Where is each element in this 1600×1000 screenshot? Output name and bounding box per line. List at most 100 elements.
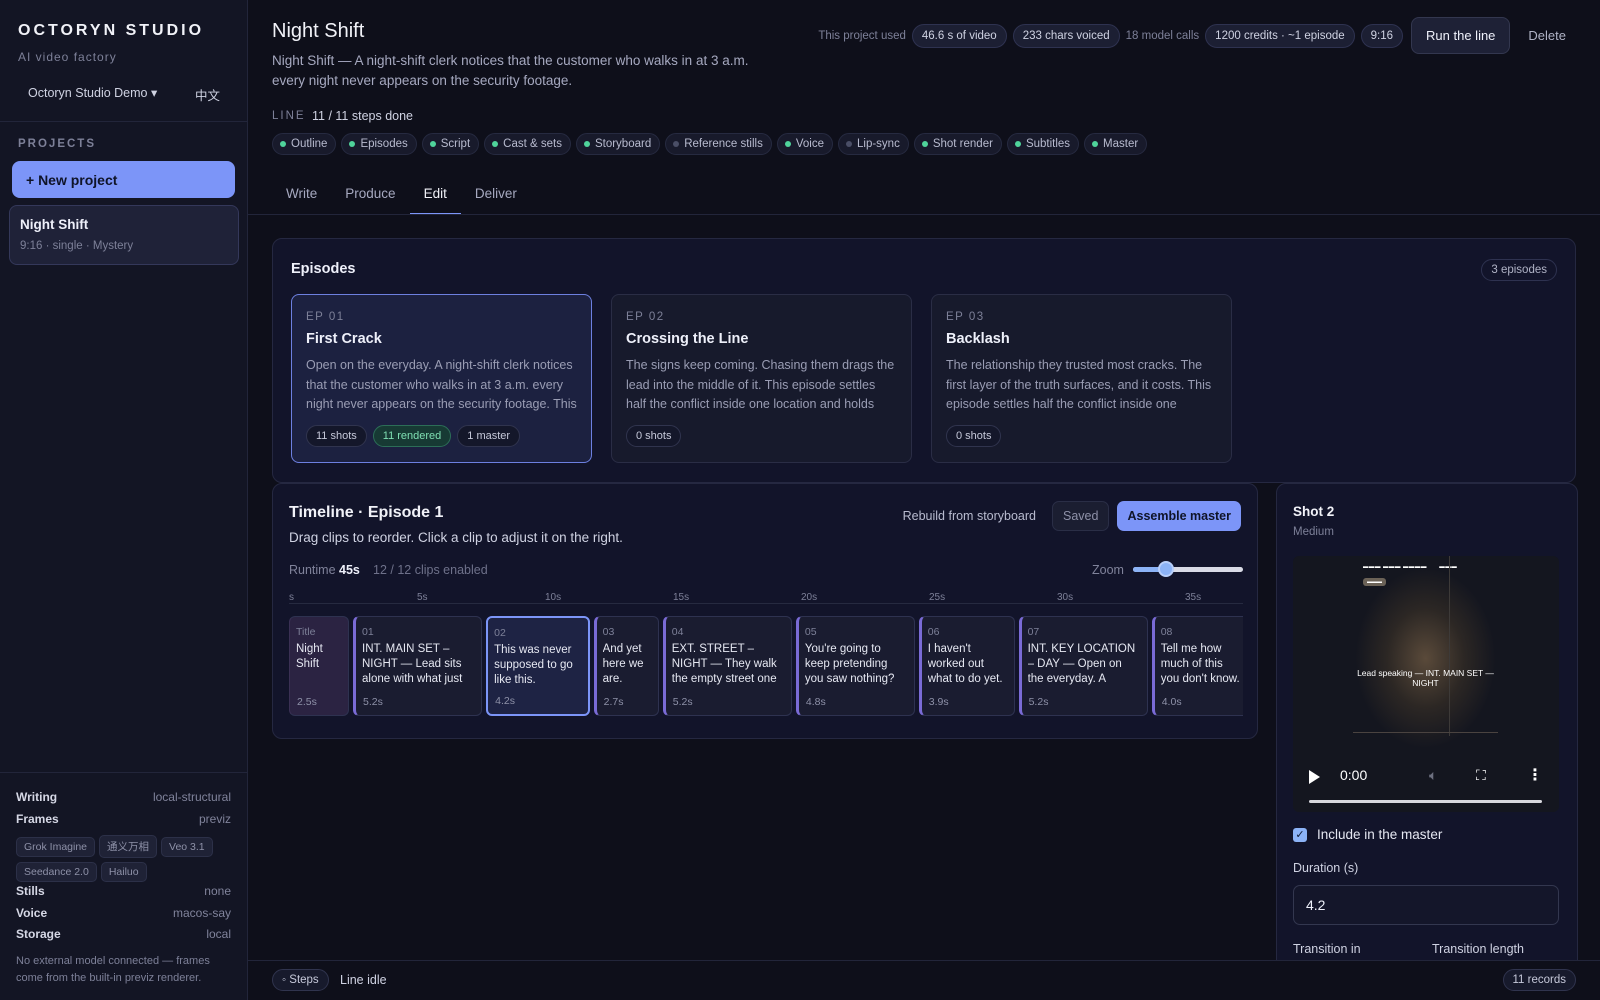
clip-number: Title	[296, 626, 316, 638]
line-label: LINE	[272, 110, 306, 122]
tab-bar: Write Produce Edit Deliver	[272, 178, 531, 215]
title-clip[interactable]: Title Night Shift 2.5s	[289, 616, 349, 716]
clip-text: INT. KEY LOCATION – DAY — Open on the ev…	[1027, 643, 1136, 685]
pipeline-step-label: Lip-sync	[857, 138, 900, 150]
pipeline-step[interactable]: Cast & sets	[484, 133, 571, 155]
timeline-heading: Timeline · Episode 1	[289, 504, 444, 521]
frame-line	[1449, 556, 1450, 736]
steps-toggle-button[interactable]: ◦ Steps	[272, 969, 329, 991]
pipeline-step[interactable]: Storyboard	[575, 133, 661, 155]
duration-input[interactable]	[1293, 885, 1559, 925]
timeline-clip[interactable]: 07 INT. KEY LOCATION – DAY — Open on the …	[1018, 616, 1148, 716]
episode-number: EP 03	[946, 311, 985, 323]
project-card-night-shift[interactable]: Night Shift 9:16 · single · Mystery	[9, 205, 239, 265]
play-icon[interactable]	[1309, 770, 1320, 784]
clip-duration: 4.0s	[1161, 696, 1182, 708]
episode-card-2[interactable]: EP 02 Crossing the Line The signs keep c…	[611, 294, 912, 463]
video-player[interactable]: ▬▬▬ ▬▬▬ ▬▬▬▬ ▬▬▬ ▬▬▬ Lead speaking — INT…	[1293, 556, 1559, 812]
fullscreen-icon[interactable]: ⛶	[1476, 767, 1486, 784]
zoom-thumb[interactable]	[1158, 561, 1174, 577]
zoom-slider[interactable]	[1133, 561, 1243, 579]
pipeline-step[interactable]: Episodes	[341, 133, 417, 155]
runtime: Runtime 45s	[289, 563, 360, 577]
pipeline-step[interactable]: Reference stills	[665, 133, 772, 155]
shot-title: Shot 2	[1293, 504, 1335, 519]
language-toggle[interactable]: 中文	[195, 85, 220, 104]
status-bar: ◦ Steps Line idle 11 records	[248, 960, 1600, 1000]
pipeline-step-label: Storyboard	[594, 138, 652, 150]
pipeline-step[interactable]: Lip-sync	[838, 133, 909, 155]
clip-duration: 2.7s	[603, 696, 624, 708]
pipeline-step[interactable]: Outline	[272, 133, 337, 155]
pipeline-step[interactable]: Master	[1084, 133, 1148, 155]
timeline-clip[interactable]: 01 INT. MAIN SET – NIGHT — Lead sits alon…	[353, 616, 483, 716]
new-project-button[interactable]: + New project	[12, 161, 235, 198]
timeline-clip[interactable]: 06 I haven't worked out what to do yet. 3.…	[918, 616, 1015, 716]
tab-edit[interactable]: Edit	[409, 178, 461, 215]
records-badge[interactable]: 11 records	[1502, 969, 1576, 991]
delete-button[interactable]: Delete	[1516, 18, 1578, 53]
video-progress-bar[interactable]	[1309, 800, 1542, 803]
clips-enabled: 12 / 12 clips enabled	[373, 563, 488, 577]
pipeline-step[interactable]: Script	[421, 133, 480, 155]
model-chip: Seedance 2.0	[16, 862, 97, 882]
tab-write[interactable]: Write	[272, 178, 331, 215]
pipeline-step[interactable]: Subtitles	[1006, 133, 1080, 155]
frame-header-text: ▬▬▬ ▬▬▬ ▬▬▬▬ ▬▬▬	[1363, 564, 1458, 570]
timeline-clip[interactable]: 08 Tell me how much of this you don't kno…	[1151, 616, 1243, 716]
line-progress: 11 / 11 steps done	[312, 109, 414, 123]
zoom-label: Zoom	[1092, 563, 1124, 577]
pipeline-step[interactable]: Shot render	[913, 133, 1002, 155]
timeline-panel: Timeline · Episode 1 Drag clips to reord…	[272, 483, 1258, 739]
config-key: Stills	[16, 884, 45, 898]
projects-heading: PROJECTS	[18, 138, 96, 150]
clip-text: Night Shift	[296, 643, 323, 670]
timeline-clip[interactable]: 02 This was never supposed to go like thi…	[486, 616, 590, 716]
workspace-selector[interactable]: Octoryn Studio Demo ▾	[28, 85, 157, 100]
timeline-clip[interactable]: 05 You're going to keep pretending you sa…	[795, 616, 915, 716]
clip-number: 08	[1160, 626, 1173, 638]
usage-label: This project used	[818, 29, 906, 42]
video-controls: 0:00 🔈︎ ⛶ ⋮	[1293, 752, 1559, 812]
rebuild-button[interactable]: Rebuild from storyboard	[895, 502, 1044, 530]
config-value: local-structural	[152, 790, 231, 804]
chars-voiced-badge: 233 chars voiced	[1012, 23, 1120, 48]
config-value: none	[204, 884, 231, 898]
config-value: macos-say	[172, 906, 231, 920]
ruler-tick: s	[289, 592, 294, 603]
aspect-badge: 9:16	[1360, 23, 1404, 48]
episode-card-3[interactable]: EP 03 Backlash The relationship they tru…	[931, 294, 1232, 463]
include-checkbox[interactable]: ✓	[1293, 827, 1307, 842]
clip-text: EXT. STREET – NIGHT — They walk the empt…	[671, 643, 777, 685]
clip-duration: 2.5s	[297, 696, 317, 708]
frame-line	[1353, 732, 1498, 733]
timeline-subheading: Drag clips to reorder. Click a clip to a…	[289, 530, 623, 545]
episode-title: First Crack	[306, 331, 382, 347]
episode-card-1[interactable]: EP 01 First Crack Open on the everyday. …	[291, 294, 592, 463]
shots-count-badge: 11 shots	[306, 425, 367, 447]
shots-count-badge: 0 shots	[626, 425, 682, 447]
pipeline-step-label: Shot render	[932, 138, 993, 150]
timeline-clip[interactable]: 03 And yet here we are. 2.7s	[593, 616, 659, 716]
more-options-icon[interactable]: ⋮	[1527, 765, 1543, 785]
runtime-value: 45s	[339, 563, 360, 577]
shot-framing: Medium	[1293, 526, 1334, 538]
clip-number: 06	[927, 626, 940, 638]
timeline-clip[interactable]: 04 EXT. STREET – NIGHT — They walk the em…	[662, 616, 792, 716]
saved-button[interactable]: Saved	[1052, 501, 1110, 531]
pipeline-step-label: Script	[440, 138, 471, 150]
pipeline-step[interactable]: Voice	[776, 133, 833, 155]
status-done-icon	[1014, 141, 1021, 147]
volume-icon[interactable]: 🔈︎	[1429, 767, 1437, 784]
include-in-master[interactable]: ✓ Include in the master	[1293, 827, 1442, 842]
tab-produce[interactable]: Produce	[331, 178, 409, 215]
clip-text: Tell me how much of this you don't know.	[1160, 643, 1240, 685]
clip-text: INT. MAIN SET – NIGHT — Lead sits alone …	[362, 643, 463, 685]
run-line-button[interactable]: Run the line	[1411, 17, 1511, 54]
status-done-icon	[492, 141, 499, 147]
brand-logo: OCTORYN STUDIO	[18, 22, 205, 39]
timeline-actions: Rebuild from storyboard Saved Assemble m…	[895, 501, 1241, 531]
tab-deliver[interactable]: Deliver	[461, 178, 531, 215]
assemble-master-button[interactable]: Assemble master	[1117, 501, 1241, 531]
clip-number: 01	[362, 626, 374, 638]
